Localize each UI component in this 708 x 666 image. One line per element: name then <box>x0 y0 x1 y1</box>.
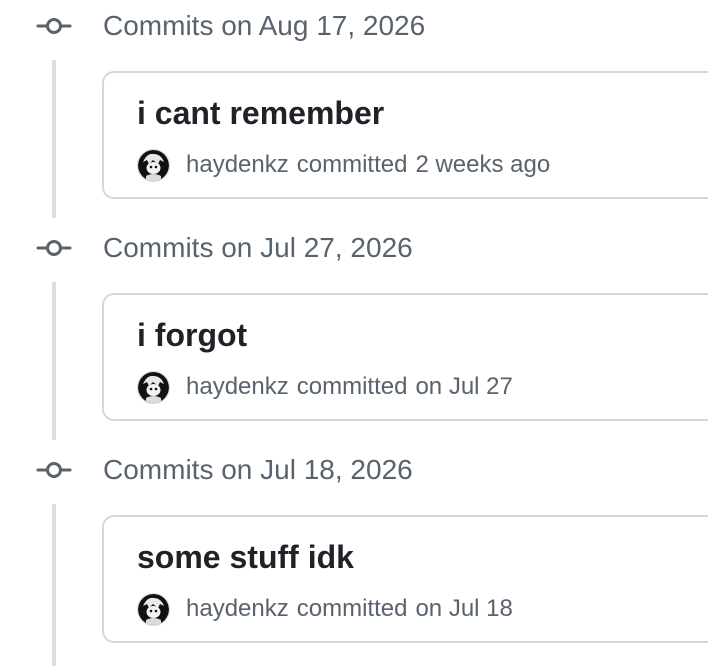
commit-card[interactable]: i forgot haydenkz committed on Jul 27 <box>102 293 708 421</box>
commit-group-header: Commits on Jul 27, 2026 <box>0 228 708 268</box>
relative-time[interactable]: on Jul 27 <box>415 373 512 401</box>
author-link[interactable]: haydenkz <box>186 595 289 623</box>
commit-action-text: committed <box>296 595 408 622</box>
commit-action-text: committed <box>296 373 408 400</box>
commit-group-title: Commits on Aug 17, 2026 <box>103 10 426 41</box>
commit-card[interactable]: some stuff idk haydenkz committed on Jul… <box>102 515 708 643</box>
commit-message-link[interactable]: i cant remember <box>137 95 384 131</box>
author-link[interactable]: haydenkz <box>186 373 289 401</box>
avatar[interactable] <box>137 148 170 182</box>
git-commit-icon <box>36 6 72 46</box>
commit-group-title: Commits on Jul 18, 2026 <box>103 454 413 485</box>
relative-time[interactable]: on Jul 18 <box>415 595 512 623</box>
author-link[interactable]: haydenkz <box>186 151 289 179</box>
git-commit-icon <box>36 228 72 268</box>
commit-card[interactable]: i cant remember haydenkz committed 2 wee… <box>102 71 708 199</box>
avatar[interactable] <box>137 592 170 626</box>
commit-meta: haydenkz committed on Jul 18 <box>137 591 513 627</box>
relative-time[interactable]: 2 weeks ago <box>415 151 550 179</box>
commit-group-header: Commits on Jul 18, 2026 <box>0 450 708 490</box>
avatar[interactable] <box>137 370 170 404</box>
commit-message-link[interactable]: i forgot <box>137 317 247 353</box>
git-commit-icon <box>36 450 72 490</box>
commit-group-title: Commits on Jul 27, 2026 <box>103 232 413 263</box>
timeline-line <box>52 60 56 218</box>
commit-message-link[interactable]: some stuff idk <box>137 539 354 575</box>
commit-meta: haydenkz committed 2 weeks ago <box>137 147 550 183</box>
commit-meta: haydenkz committed on Jul 27 <box>137 369 513 405</box>
commit-action-text: committed <box>296 151 408 178</box>
timeline-line <box>52 504 56 666</box>
commit-group-header: Commits on Aug 17, 2026 <box>0 6 708 46</box>
timeline-line <box>52 282 56 440</box>
